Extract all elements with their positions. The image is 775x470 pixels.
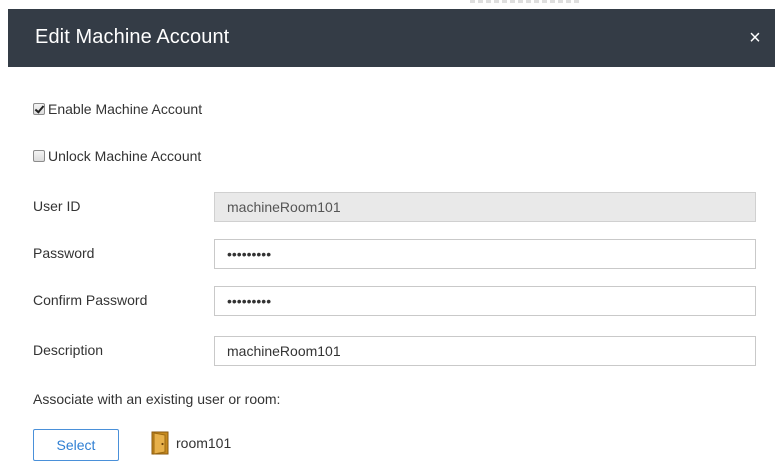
select-button[interactable]: Select [33, 429, 119, 461]
password-field[interactable]: ••••••••• [214, 239, 756, 269]
close-icon[interactable]: × [745, 27, 765, 49]
associated-room: room101 [150, 431, 231, 455]
user-id-label: User ID [33, 198, 81, 214]
description-field[interactable]: machineRoom101 [214, 336, 756, 366]
unlock-account-option[interactable]: Unlock Machine Account [33, 147, 201, 165]
background-partial-text [470, 0, 580, 4]
password-label: Password [33, 245, 95, 261]
unlock-account-checkbox[interactable] [33, 150, 45, 162]
dialog-header: Edit Machine Account × [8, 9, 775, 67]
dialog-title: Edit Machine Account [35, 26, 230, 48]
enable-account-label: Enable Machine Account [48, 101, 203, 117]
door-icon [151, 431, 169, 455]
association-hint: Associate with an existing user or room: [33, 391, 281, 407]
description-label: Description [33, 342, 104, 358]
room-name: room101 [176, 435, 232, 451]
enable-account-option[interactable]: Enable Machine Account [33, 100, 202, 118]
edit-machine-account-dialog: Edit Machine Account × Enable Machine Ac… [8, 9, 775, 470]
confirm-password-field[interactable]: ••••••••• [214, 286, 756, 316]
unlock-account-label: Unlock Machine Account [48, 148, 202, 164]
enable-account-checkbox[interactable] [33, 103, 45, 115]
user-id-field: machineRoom101 [214, 192, 756, 222]
confirm-password-label: Confirm Password [33, 292, 148, 308]
background-page [0, 0, 775, 9]
